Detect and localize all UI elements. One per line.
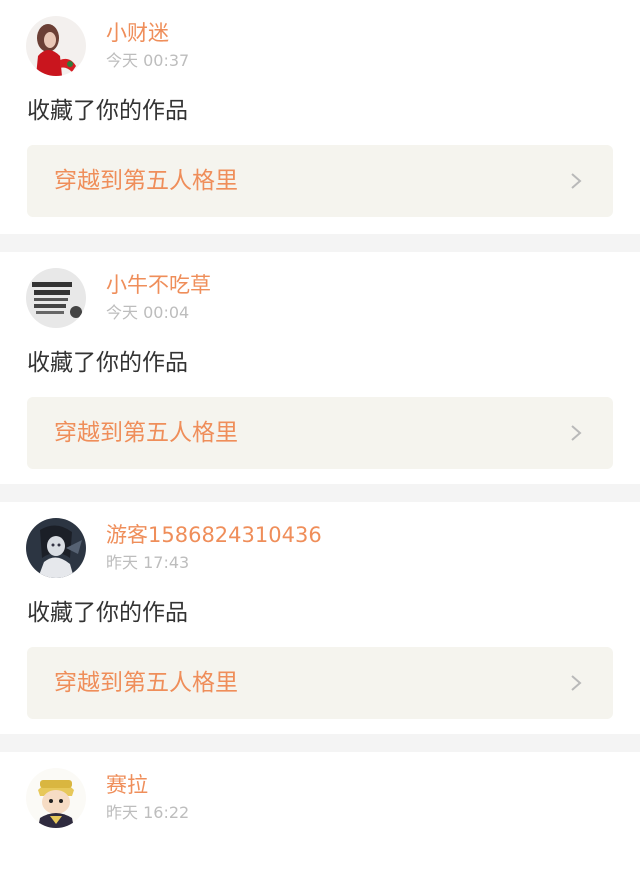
work-title: 穿越到第五人格里 — [54, 670, 238, 696]
username[interactable]: 小财迷 — [106, 20, 169, 46]
work-link[interactable]: 穿越到第五人格里 — [27, 145, 613, 217]
chevron-right-icon — [567, 172, 585, 190]
notification-card: 赛拉 昨天 16:22 — [0, 752, 640, 878]
timestamp: 今天 00:04 — [106, 303, 190, 322]
chevron-right-icon — [567, 424, 585, 442]
work-link[interactable]: 穿越到第五人格里 — [27, 647, 613, 719]
avatar[interactable] — [26, 16, 86, 76]
timestamp: 昨天 17:43 — [106, 553, 190, 572]
avatar-anime-dark-icon — [26, 518, 86, 578]
work-title: 穿越到第五人格里 — [54, 168, 238, 194]
username[interactable]: 游客1586824310436 — [106, 522, 322, 548]
work-link[interactable]: 穿越到第五人格里 — [27, 397, 613, 469]
avatar[interactable] — [26, 768, 86, 828]
notification-card: 小牛不吃草 今天 00:04 收藏了你的作品 穿越到第五人格里 — [0, 252, 640, 484]
notification-feed: 小财迷 今天 00:37 收藏了你的作品 穿越到第五人格里 小牛不吃草 今天 0… — [0, 0, 640, 878]
avatar-text-image-icon — [26, 268, 86, 328]
username[interactable]: 赛拉 — [106, 772, 148, 798]
timestamp: 昨天 16:22 — [106, 803, 190, 822]
action-text: 收藏了你的作品 — [27, 98, 188, 124]
notification-card: 游客1586824310436 昨天 17:43 收藏了你的作品 穿越到第五人格… — [0, 502, 640, 734]
action-text: 收藏了你的作品 — [27, 350, 188, 376]
chevron-right-icon — [567, 674, 585, 692]
work-title: 穿越到第五人格里 — [54, 420, 238, 446]
notification-card: 小财迷 今天 00:37 收藏了你的作品 穿越到第五人格里 — [0, 0, 640, 234]
avatar-girl-red-dress-icon — [26, 16, 86, 76]
timestamp: 今天 00:37 — [106, 51, 190, 70]
avatar[interactable] — [26, 268, 86, 328]
avatar-anime-cartoon-icon — [26, 768, 86, 828]
username[interactable]: 小牛不吃草 — [106, 272, 211, 298]
avatar[interactable] — [26, 518, 86, 578]
action-text: 收藏了你的作品 — [27, 600, 188, 626]
